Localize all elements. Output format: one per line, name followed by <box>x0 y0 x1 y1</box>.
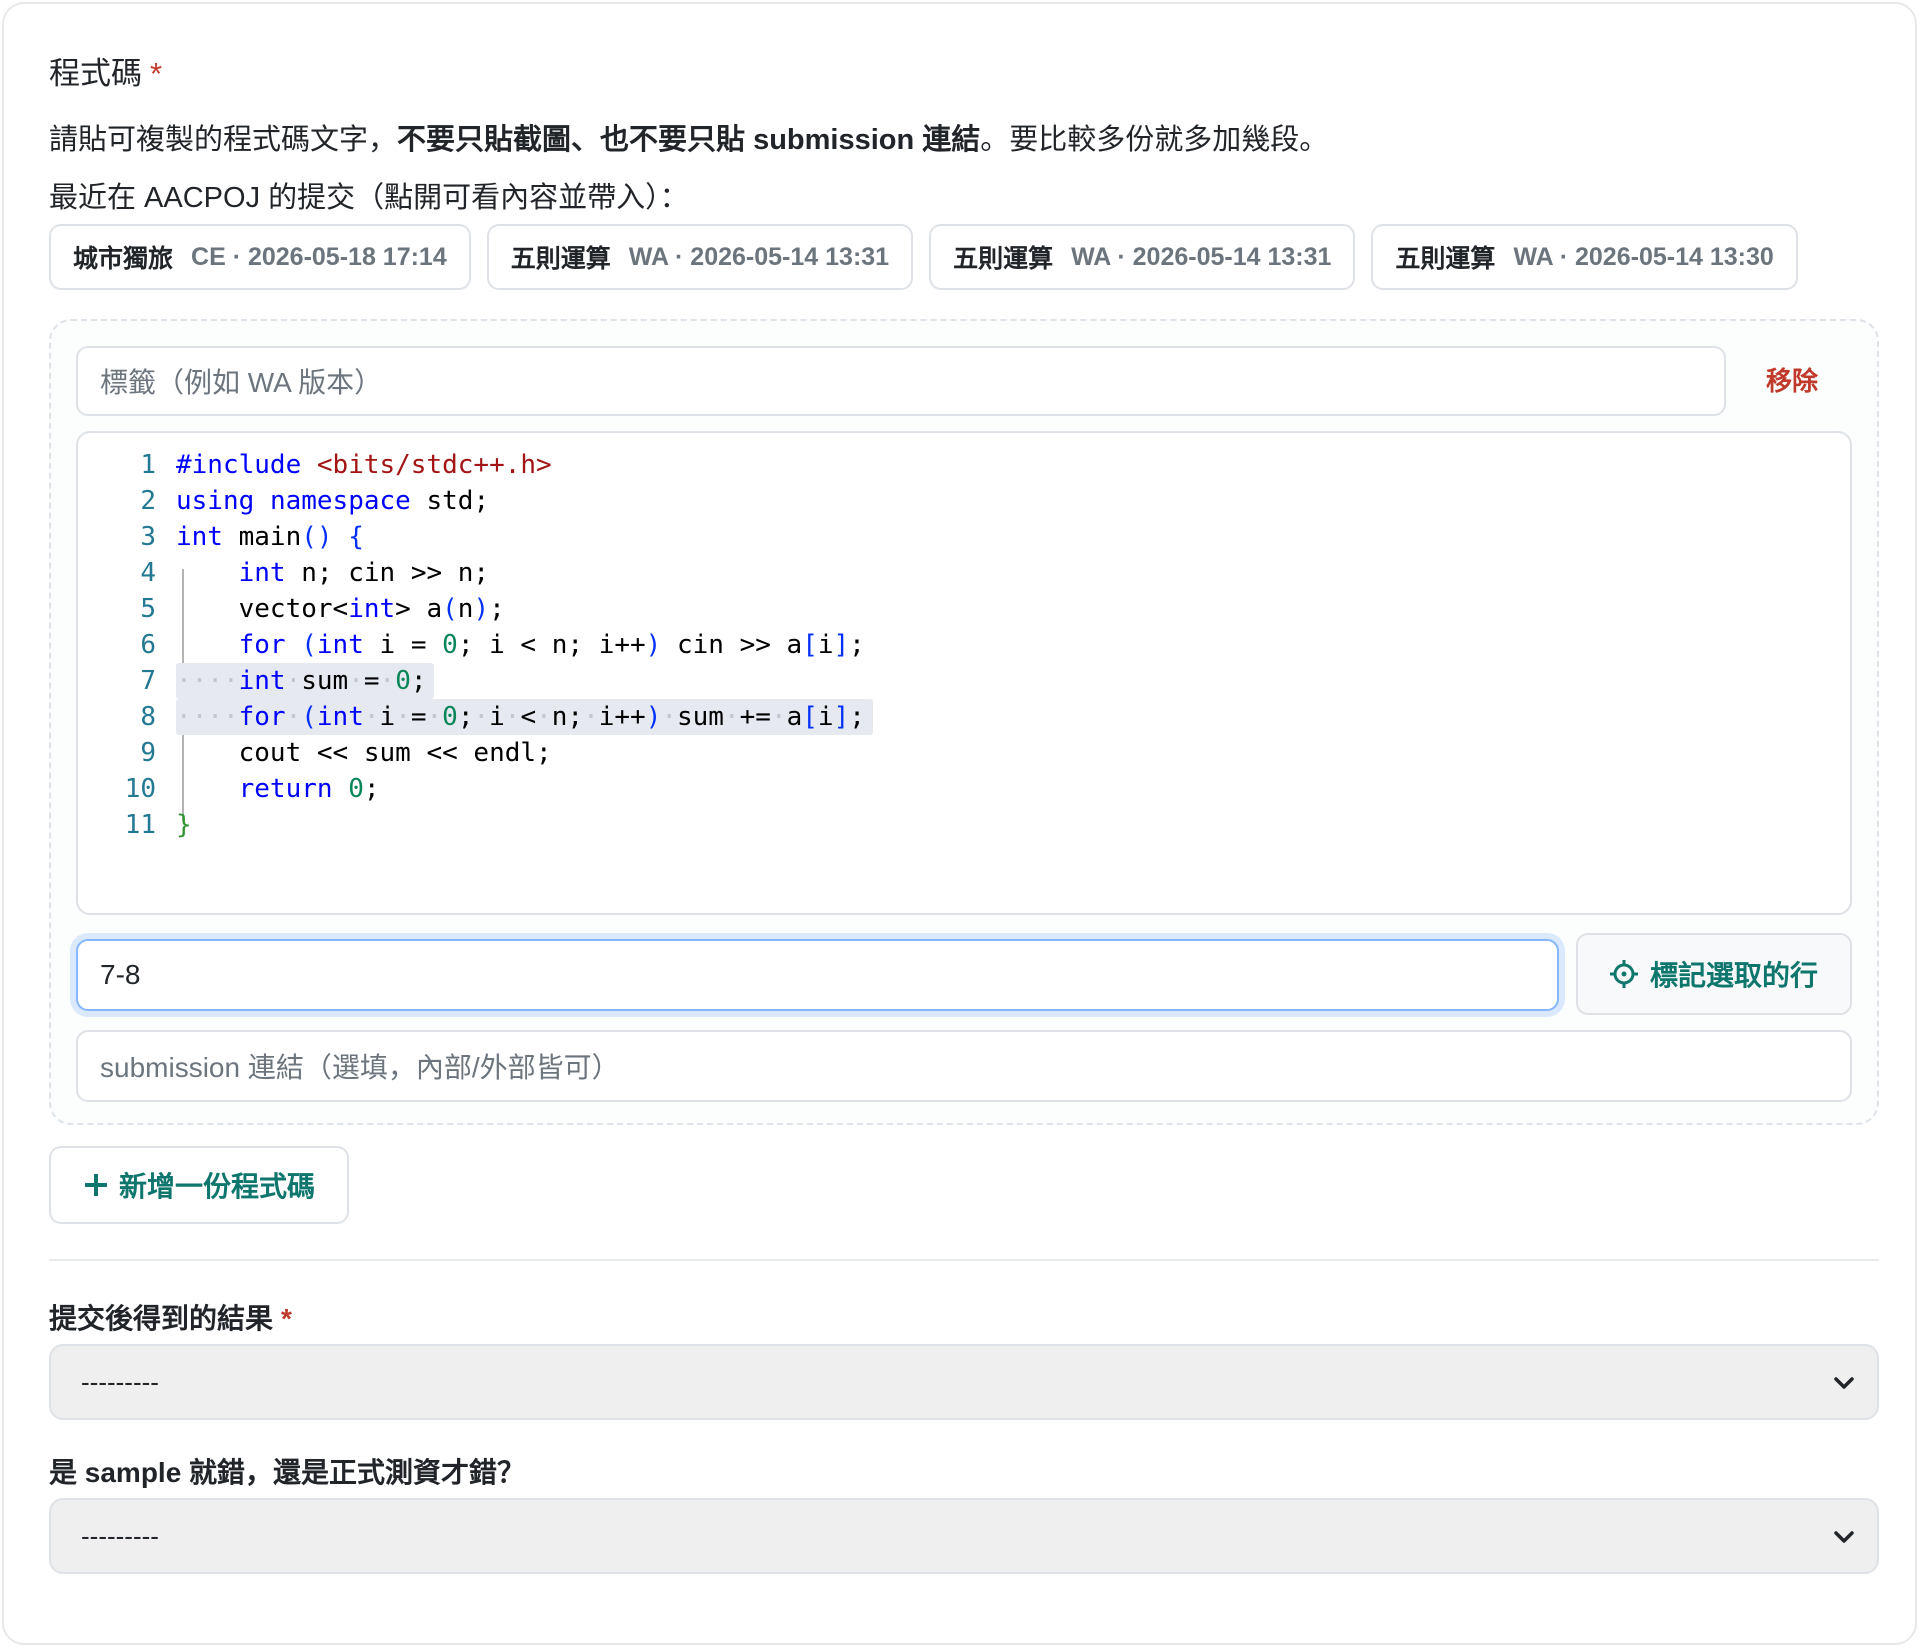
line-number: 5 <box>140 594 156 624</box>
remove-button[interactable]: 移除 <box>1766 361 1818 398</box>
code-text: ····int·sum·=·0; <box>176 666 427 696</box>
crosshair-icon <box>1609 960 1638 988</box>
sample-label-text: 是 sample 就錯，還是正式測資才錯？ <box>49 1457 526 1488</box>
line-range-input[interactable]: 7-8 <box>76 939 1559 1011</box>
sample-selected-value: --------- <box>81 1520 159 1551</box>
code-text: ····for·(int·i·=·0;·i·<·n;·i++)·sum·+=·a… <box>176 702 865 732</box>
required-mark: * <box>150 56 163 91</box>
result-label-text: 提交後得到的結果 <box>49 1303 274 1334</box>
result-field-label: 提交後得到的結果 * <box>49 1297 292 1337</box>
submission-meta: WA · 2026-05-14 13:31 <box>628 242 890 271</box>
line-range-value: 7-8 <box>100 959 141 990</box>
recent-submission-chip[interactable]: 五則運算 WA · 2026-05-14 13:31 <box>486 224 914 290</box>
code-line[interactable]: 9 cout << sum << endl; <box>78 735 1848 771</box>
submission-meta: CE · 2026-05-18 17:14 <box>191 242 447 271</box>
submission-problem: 城市獨旅 <box>73 245 174 273</box>
recent-submission-chip[interactable]: 五則運算 WA · 2026-05-14 13:31 <box>929 224 1356 290</box>
code-line[interactable]: 11} <box>78 807 1848 843</box>
line-number: 1 <box>140 450 156 480</box>
line-number: 2 <box>140 486 156 516</box>
code-text: vector<int> a(n); <box>176 594 505 624</box>
submission-problem: 五則運算 <box>1395 245 1496 273</box>
submission-link-placeholder: submission 連結（選填，內部/外部皆可） <box>100 1052 620 1083</box>
line-number: 3 <box>140 522 156 552</box>
code-editor[interactable]: 1 #include <bits/stdc++.h> 2 using namespac… <box>76 431 1852 915</box>
code-text: using namespace std; <box>176 486 490 516</box>
line-number: 9 <box>140 738 156 768</box>
submission-problem: 五則運算 <box>953 245 1054 273</box>
code-text: return 0; <box>238 774 380 804</box>
code-line[interactable]: 10 return 0; <box>78 771 1848 807</box>
code-line[interactable]: 2 using namespace std; <box>78 483 1848 519</box>
code-line[interactable]: 6 for (int i = 0; i < n; i++) cin >> a[i… <box>78 627 1848 663</box>
result-selected-value: --------- <box>81 1366 159 1397</box>
add-code-button[interactable]: 新增一份程式碼 <box>49 1146 349 1224</box>
code-label-input[interactable]: 標籤（例如 WA 版本） <box>76 346 1726 416</box>
line-number: 6 <box>140 630 156 660</box>
code-text: } <box>176 810 192 840</box>
section-divider <box>49 1259 1879 1261</box>
code-text: int n; cin >> n; <box>238 558 490 588</box>
code-field-label-text: 程式碼 <box>49 56 142 91</box>
code-line[interactable]: 1 #include <bits/stdc++.h> <box>78 447 1848 483</box>
code-line[interactable]: 7 ····int·sum·=·0; <box>78 663 1848 699</box>
code-text: for (int i = 0; i < n; i++) cin >> a[i]; <box>238 630 865 660</box>
line-number: 10 <box>124 774 156 804</box>
code-text: int main() { <box>176 522 364 552</box>
plus-icon <box>84 1174 107 1196</box>
line-number: 11 <box>124 810 156 840</box>
line-number: 8 <box>140 702 156 732</box>
help-suffix: 。要比較多份就多加幾段。 <box>980 124 1329 156</box>
submission-link-input[interactable]: submission 連結（選填，內部/外部皆可） <box>76 1030 1852 1102</box>
code-help-text: 請貼可複製的程式碼文字，不要只貼截圖、也不要只貼 submission 連結。要… <box>49 116 1328 158</box>
chevron-down-icon <box>1834 1531 1854 1543</box>
submission-meta: WA · 2026-05-14 13:30 <box>1513 242 1774 271</box>
help-emphasis: 不要只貼截圖、也不要只貼 submission 連結 <box>397 124 981 156</box>
form-card: 程式碼 * 請貼可複製的程式碼文字，不要只貼截圖、也不要只貼 submission… <box>2 2 1917 1645</box>
sample-field-label: 是 sample 就錯，還是正式測資才錯？ <box>49 1451 525 1491</box>
code-text: #include <bits/stdc++.h> <box>176 450 552 480</box>
code-text: cout << sum << endl; <box>176 738 552 768</box>
line-number: 7 <box>140 666 156 696</box>
recent-submission-chip[interactable]: 城市獨旅 CE · 2026-05-18 17:14 <box>49 224 471 290</box>
code-label-placeholder: 標籤（例如 WA 版本） <box>100 367 383 398</box>
sample-select[interactable]: --------- <box>49 1498 1879 1574</box>
add-code-label: 新增一份程式碼 <box>118 1171 315 1202</box>
recent-submissions: 城市獨旅 CE · 2026-05-18 17:14 五則運算 WA · 202… <box>49 224 1798 290</box>
code-line[interactable]: 5 vector<int> a(n); <box>78 591 1848 627</box>
required-mark: * <box>281 1303 292 1334</box>
help-prefix: 請貼可複製的程式碼文字， <box>49 124 398 156</box>
code-line[interactable]: 4 int n; cin >> n; <box>78 555 1848 591</box>
mark-button-label: 標記選取的行 <box>1649 960 1818 991</box>
chevron-down-icon <box>1834 1377 1854 1389</box>
code-field-label: 程式碼 * <box>49 48 162 93</box>
code-line[interactable]: 3 int main() { <box>78 519 1848 555</box>
submission-problem: 五則運算 <box>510 245 611 273</box>
line-number: 4 <box>140 558 156 588</box>
recent-submission-chip[interactable]: 五則運算 WA · 2026-05-14 13:30 <box>1371 224 1798 290</box>
mark-selected-lines-button[interactable]: 標記選取的行 <box>1576 933 1852 1015</box>
code-entry-block: 標籤（例如 WA 版本） 移除 1 #include <bits/stdc++.h… <box>49 319 1879 1125</box>
result-select[interactable]: --------- <box>49 1344 1879 1420</box>
recent-submissions-label: 最近在 AACPOJ 的提交（點開可看內容並帶入）： <box>49 182 689 214</box>
code-line[interactable]: 8 ····for·(int·i·=·0;·i·<·n;·i++)·sum·+=·… <box>78 699 1848 735</box>
submission-meta: WA · 2026-05-14 13:31 <box>1071 242 1332 271</box>
